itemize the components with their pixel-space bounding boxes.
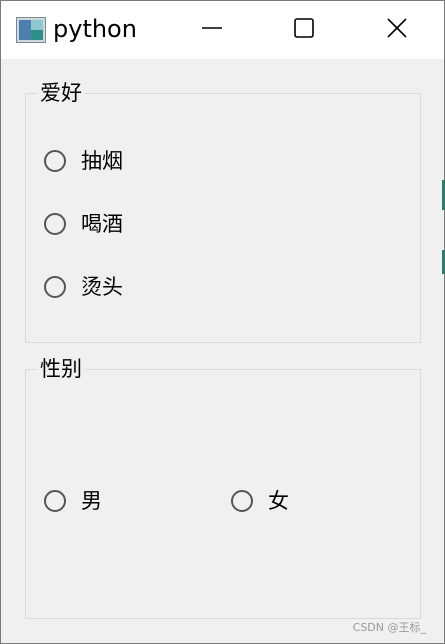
- maximize-icon: [293, 17, 315, 43]
- radio-circle[interactable]: [231, 490, 253, 512]
- app-window: python 爱好 抽烟 喝酒 烫头 性别 男 女 CSDN @王标_: [0, 0, 445, 644]
- radio-perm-hair[interactable]: 烫头: [44, 272, 123, 302]
- radio-label[interactable]: 男: [81, 487, 102, 515]
- radio-circle[interactable]: [44, 213, 66, 235]
- maximize-button[interactable]: [259, 1, 349, 59]
- radio-drinking[interactable]: 喝酒: [44, 209, 123, 239]
- gender-group-title: 性别: [37, 355, 85, 383]
- radio-female[interactable]: 女: [231, 486, 289, 516]
- minimize-button[interactable]: [167, 1, 257, 59]
- radio-label[interactable]: 烫头: [81, 273, 123, 301]
- radio-label[interactable]: 喝酒: [81, 210, 123, 238]
- watermark-text: CSDN @王标_: [352, 621, 426, 634]
- radio-smoking[interactable]: 抽烟: [44, 146, 123, 176]
- radio-circle[interactable]: [44, 150, 66, 172]
- hobby-group-title: 爱好: [37, 79, 85, 107]
- close-button[interactable]: [352, 1, 442, 59]
- title-bar[interactable]: python: [1, 1, 444, 59]
- python-window-icon: [16, 17, 46, 43]
- radio-circle[interactable]: [44, 276, 66, 298]
- radio-label[interactable]: 女: [268, 487, 289, 515]
- radio-circle[interactable]: [44, 490, 66, 512]
- window-title: python: [53, 15, 137, 43]
- radio-label[interactable]: 抽烟: [81, 147, 123, 175]
- radio-male[interactable]: 男: [44, 486, 102, 516]
- minimize-icon: [201, 17, 223, 43]
- close-icon: [386, 17, 408, 43]
